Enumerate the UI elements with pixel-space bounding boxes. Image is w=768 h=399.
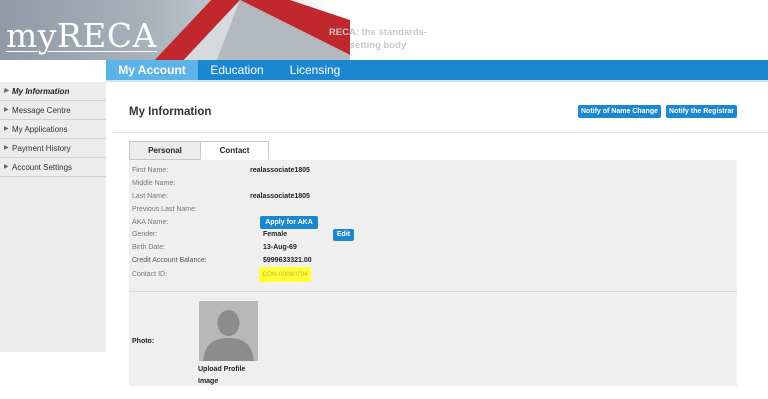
last-name-value: realassociate1805 <box>250 193 310 200</box>
sidebar-item-label: Message Centre <box>12 106 71 115</box>
nav-tab-my-account[interactable]: My Account <box>106 60 198 80</box>
person-silhouette-icon <box>199 301 258 361</box>
chevron-right-icon: ▶ <box>4 126 9 132</box>
sidebar: ▶ My Information ▶ Message Centre ▶ My A… <box>0 82 106 352</box>
upload-profile-image-link[interactable]: Upload Profile Image <box>198 364 258 388</box>
nav-tab-licensing[interactable]: Licensing <box>276 60 354 80</box>
sidebar-item-label: Payment History <box>12 144 71 153</box>
apply-aka-button[interactable]: Apply for AKA <box>260 216 318 229</box>
title-divider <box>113 132 768 133</box>
nav-underline <box>106 80 768 82</box>
previous-last-name-label: Previous Last Name: <box>132 206 197 213</box>
gender-label: Gender: <box>132 231 158 238</box>
header: myRECA RECA: the standards-setting body <box>0 0 768 60</box>
sidebar-item-label: My Applications <box>12 125 68 134</box>
chevron-right-icon: ▶ <box>4 164 9 170</box>
site-tagline: RECA: the standards-setting body <box>328 27 428 51</box>
first-name-value: realassociate1805 <box>250 167 310 174</box>
chevron-right-icon: ▶ <box>4 145 9 151</box>
chevron-right-icon: ▶ <box>4 88 9 94</box>
notify-name-change-button[interactable]: Notify of Name Change <box>578 105 661 118</box>
notify-registrar-button[interactable]: Notify the Registrar <box>666 105 737 118</box>
credit-balance-value: $999633321.00 <box>263 257 312 264</box>
contact-id-label: Contact ID: <box>132 271 168 278</box>
birth-date-value: 13-Aug-69 <box>263 244 297 251</box>
gender-value: Female <box>263 231 288 238</box>
tab-personal[interactable]: Personal <box>129 141 201 160</box>
birth-date-label: Birth Date: <box>132 244 166 251</box>
photo-label: Photo: <box>132 338 155 345</box>
avatar-placeholder[interactable] <box>199 301 258 361</box>
edit-gender-button[interactable]: Edit <box>333 229 354 241</box>
aka-name-label: AKA Name: <box>132 219 169 226</box>
nav-tab-education[interactable]: Education <box>198 60 276 80</box>
sidebar-item-label: My Information <box>12 87 70 96</box>
middle-name-label: Middle Name: <box>132 180 176 187</box>
credit-balance-label: Credit Account Balance: <box>132 257 207 264</box>
tab-contact[interactable]: Contact <box>200 141 269 160</box>
sidebar-item-account-settings[interactable]: ▶ Account Settings <box>0 158 106 177</box>
nav-left-spacer <box>0 60 106 80</box>
sidebar-item-label: Account Settings <box>12 163 73 172</box>
sidebar-item-my-information[interactable]: ▶ My Information <box>0 82 106 101</box>
chevron-right-icon: ▶ <box>4 107 9 113</box>
panel-separator <box>129 291 737 292</box>
first-name-label: First Name: <box>132 167 169 174</box>
sidebar-item-payment-history[interactable]: ▶ Payment History <box>0 139 106 158</box>
sidebar-item-my-applications[interactable]: ▶ My Applications <box>0 120 106 139</box>
last-name-label: Last Name: <box>132 193 168 200</box>
contact-id-value: CON-00080704 <box>259 267 311 282</box>
sidebar-item-message-centre[interactable]: ▶ Message Centre <box>0 101 106 120</box>
site-logo[interactable]: myRECA <box>6 16 157 55</box>
page-title: My Information <box>129 106 212 118</box>
